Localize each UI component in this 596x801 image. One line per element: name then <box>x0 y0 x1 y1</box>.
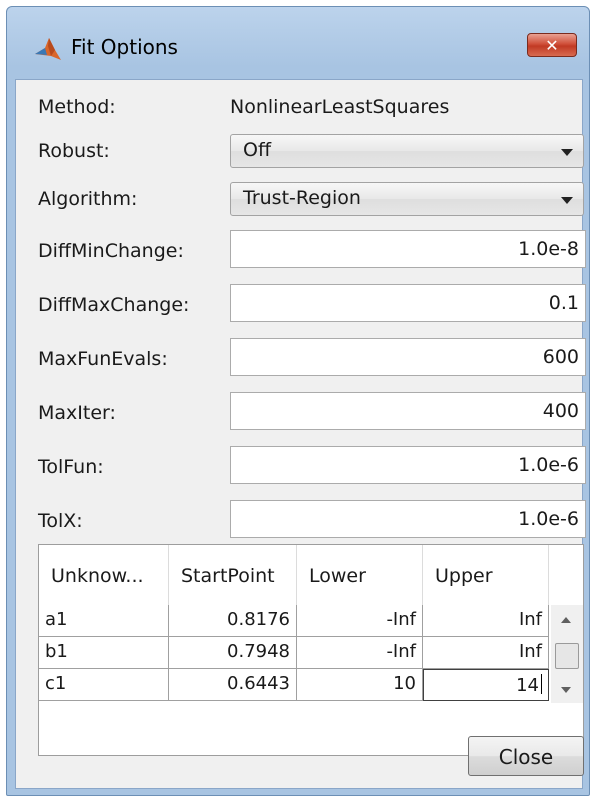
algorithm-dropdown-value: Trust-Region <box>243 187 361 209</box>
tolfun-field[interactable]: 1.0e-6 <box>230 446 586 484</box>
table-row: c1 0.6443 10 14 <box>39 669 549 701</box>
close-icon[interactable]: ✕ <box>527 33 577 57</box>
column-header-unknown[interactable]: Unknow... <box>39 545 169 605</box>
window-title: Fit Options <box>71 35 178 59</box>
text-caret <box>541 674 542 694</box>
method-label: Method: <box>38 96 116 118</box>
table-row: b1 0.7948 -Inf Inf <box>39 637 549 669</box>
options-panel: Method: NonlinearLeastSquares Robust: Of… <box>15 79 586 789</box>
cell-lower[interactable]: 10 <box>297 669 423 701</box>
cell-upper-editing[interactable]: 14 <box>423 669 549 701</box>
chevron-down-icon <box>561 197 573 204</box>
robust-dropdown-value: Off <box>243 139 272 161</box>
chevron-down-icon <box>561 149 573 156</box>
tolfun-label: TolFun: <box>38 456 104 478</box>
maxfunevals-field[interactable]: 600 <box>230 338 586 376</box>
scroll-up-icon[interactable] <box>561 617 571 623</box>
maxiter-label: MaxIter: <box>38 402 116 424</box>
cell-upper[interactable]: Inf <box>423 637 549 669</box>
diffminchange-field[interactable]: 1.0e-8 <box>230 230 586 268</box>
column-header-startpoint[interactable]: StartPoint <box>169 545 297 605</box>
maxiter-field[interactable]: 400 <box>230 392 586 430</box>
diffminchange-label: DiffMinChange: <box>38 240 184 262</box>
cell-name[interactable]: a1 <box>39 605 169 637</box>
cell-upper-text: 14 <box>516 675 539 696</box>
column-header-lower[interactable]: Lower <box>297 545 423 605</box>
maxfunevals-label: MaxFunEvals: <box>38 348 168 370</box>
cell-startpoint[interactable]: 0.8176 <box>169 605 297 637</box>
method-value: NonlinearLeastSquares <box>230 96 450 118</box>
cell-name[interactable]: c1 <box>39 669 169 701</box>
cell-lower[interactable]: -Inf <box>297 605 423 637</box>
tolx-field[interactable]: 1.0e-6 <box>230 500 586 538</box>
robust-dropdown[interactable]: Off <box>230 134 584 168</box>
scrollbar-thumb[interactable] <box>555 643 579 669</box>
robust-label: Robust: <box>38 140 110 162</box>
algorithm-label: Algorithm: <box>38 188 138 210</box>
table-header: Unknow... StartPoint Lower Upper <box>39 545 549 605</box>
tolx-label: TolX: <box>38 510 83 532</box>
algorithm-dropdown[interactable]: Trust-Region <box>230 182 584 216</box>
cell-startpoint[interactable]: 0.7948 <box>169 637 297 669</box>
scroll-down-icon[interactable] <box>561 687 571 693</box>
table-scrollbar[interactable] <box>551 605 583 703</box>
fit-options-window: Fit Options ✕ Method: NonlinearLeastSqua… <box>6 6 590 796</box>
table-row: a1 0.8176 -Inf Inf <box>39 605 549 637</box>
diffmaxchange-field[interactable]: 0.1 <box>230 284 586 322</box>
column-header-upper[interactable]: Upper <box>423 545 549 605</box>
cell-startpoint[interactable]: 0.6443 <box>169 669 297 701</box>
matlab-icon <box>35 38 61 60</box>
cell-name[interactable]: b1 <box>39 637 169 669</box>
coefficients-table: Unknow... StartPoint Lower Upper a1 0.81… <box>38 544 584 756</box>
title-bar[interactable]: Fit Options ✕ <box>7 7 589 79</box>
cell-lower[interactable]: -Inf <box>297 637 423 669</box>
diffmaxchange-label: DiffMaxChange: <box>38 294 190 316</box>
close-button[interactable]: Close <box>468 736 584 776</box>
cell-upper[interactable]: Inf <box>423 605 549 637</box>
